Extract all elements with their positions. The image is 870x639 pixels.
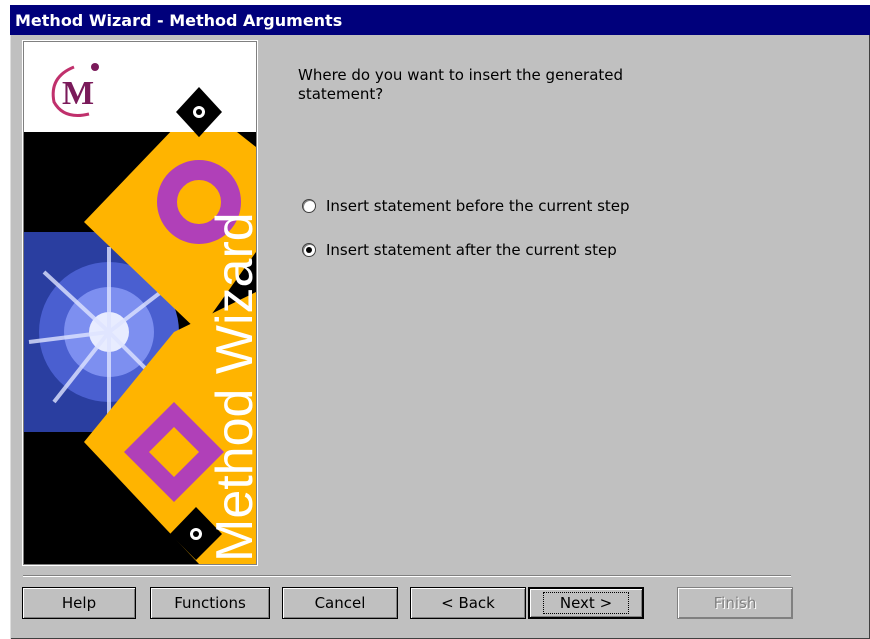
wizard-banner-image: M Method Wizard [23, 41, 257, 565]
radio-button-before[interactable] [302, 199, 316, 213]
radio-label-after[interactable]: Insert statement after the current step [326, 241, 617, 259]
title-bar[interactable]: Method Wizard - Method Arguments [10, 5, 870, 35]
functions-button[interactable]: Functions [150, 587, 270, 619]
logo-letter: M [62, 75, 94, 112]
banner-vertical-title: Method Wizard [206, 212, 256, 562]
method-wizard-dialog: Method Wizard - Method Arguments M Metho… [10, 5, 870, 639]
insert-position-prompt: Where do you want to insert the generate… [298, 66, 624, 103]
help-button[interactable]: Help [22, 587, 136, 619]
button-separator [23, 575, 791, 577]
cancel-button[interactable]: Cancel [282, 587, 398, 619]
next-button[interactable]: Next > [528, 587, 644, 619]
radio-insert-after[interactable]: Insert statement after the current step [302, 240, 617, 260]
radio-button-after[interactable] [302, 243, 316, 257]
next-button-focus: Next > [542, 592, 630, 614]
back-button[interactable]: < Back [410, 587, 526, 619]
window-title: Method Wizard - Method Arguments [15, 11, 343, 30]
finish-button[interactable]: Finish [677, 587, 793, 619]
radio-label-before[interactable]: Insert statement before the current step [326, 197, 630, 215]
method-wizard-artwork: M Method Wizard [24, 42, 256, 564]
radio-insert-before[interactable]: Insert statement before the current step [302, 196, 630, 216]
